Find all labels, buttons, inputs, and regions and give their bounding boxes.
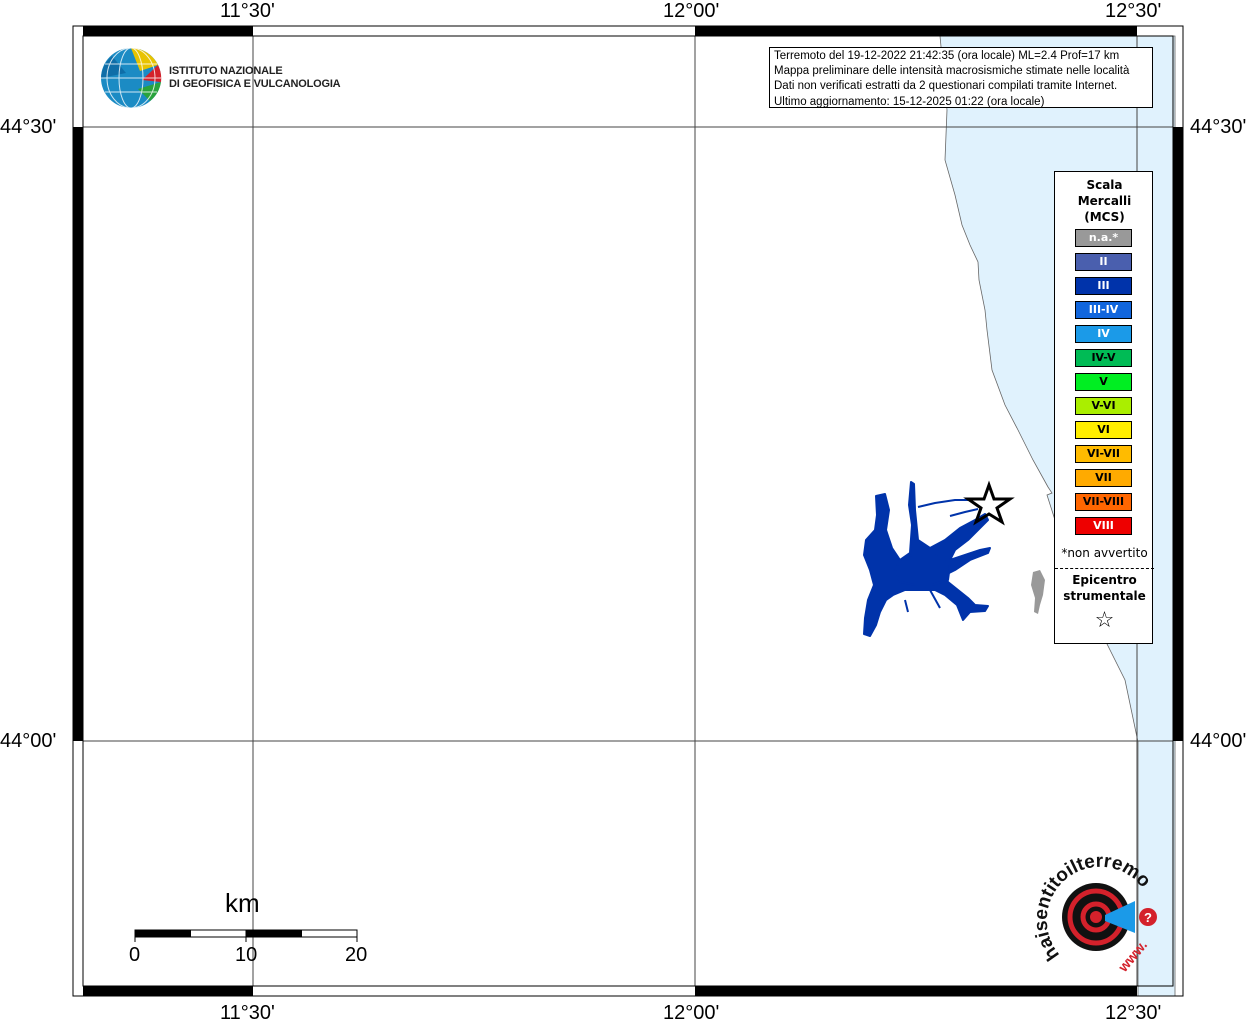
legend-item-10: VII <box>1075 469 1132 487</box>
legend-item-4: IV <box>1075 325 1132 343</box>
legend-item-12: VIII <box>1075 517 1132 535</box>
legend-epicenter-line-2: strumentale <box>1063 589 1146 603</box>
info-line-event: Terremoto del 19-12-2022 21:42:35 (ora l… <box>774 50 1120 62</box>
watermark-www: www. <box>1114 937 1150 976</box>
lon-label-top-1: 11°30' <box>220 0 275 22</box>
info-line-data: Dati non verificati estratti da 2 questi… <box>774 80 1118 93</box>
legend-item-11: VII-VIII <box>1075 493 1132 511</box>
legend-title: Scala Mercalli (MCS) <box>1055 177 1154 225</box>
legend-title-line-3: (MCS) <box>1084 210 1125 224</box>
lat-label-left-1: 44°30' <box>0 116 57 138</box>
ingv-globe-icon <box>101 47 162 109</box>
lon-label-bottom-1: 11°30' <box>220 1002 275 1024</box>
legend-title-line-1: Scala <box>1086 178 1123 192</box>
lat-label-left-2: 44°00' <box>0 730 57 752</box>
event-info-box: Terremoto del 19-12-2022 21:42:35 (ora l… <box>769 47 1153 108</box>
scale-unit: km <box>225 888 260 918</box>
scale-tick-10: 10 <box>235 944 258 966</box>
na-area <box>1031 570 1045 614</box>
scale-tick-0: 0 <box>129 944 141 966</box>
legend-item-9: VI-VII <box>1075 445 1132 463</box>
lat-label-right-1: 44°30' <box>1190 116 1247 138</box>
legend-not-felt-note: *non avvertito <box>1061 546 1148 560</box>
info-line-map: Mappa preliminare delle intensità macros… <box>774 65 1130 78</box>
logo-line-2: DI GEOFISICA E VULCANOLOGIA <box>169 78 341 90</box>
lon-label-bottom-3: 12°30' <box>1105 1002 1162 1024</box>
legend-item-2: III <box>1075 277 1132 295</box>
epicenter-star-icon <box>963 480 1015 526</box>
legend-title-line-2: Mercalli <box>1077 194 1132 208</box>
haisentito-logo: haisentitoilterremoto.it www. ? <box>1030 855 1157 976</box>
legend-divider <box>1055 568 1154 569</box>
legend-item-5: IV-V <box>1075 349 1132 367</box>
lon-label-bottom-2: 12°00' <box>663 1002 720 1024</box>
legend-item-3: III-IV <box>1075 301 1132 319</box>
legend-item-8: VI <box>1075 421 1132 439</box>
legend-item-1: II <box>1075 253 1132 271</box>
legend-star-icon: ☆ <box>1094 608 1115 633</box>
lat-label-right-2: 44°00' <box>1190 730 1247 752</box>
watermark-question-icon: ? <box>1144 910 1152 925</box>
scale-tick-20: 20 <box>345 944 368 966</box>
logo-line-1: ISTITUTO NAZIONALE <box>169 65 283 77</box>
lon-label-top-2: 12°00' <box>663 0 720 22</box>
info-line-updated: Ultimo aggiornamento: 15-12-2025 01:22 (… <box>774 95 1045 108</box>
legend-item-0: n.a.* <box>1075 229 1132 247</box>
legend-epicenter-title: Epicentro strumentale <box>1055 572 1154 604</box>
legend-item-7: V-VI <box>1075 397 1132 415</box>
legend-epicenter-line-1: Epicentro <box>1072 573 1137 587</box>
lon-label-top-3: 12°30' <box>1105 0 1162 22</box>
scale-bar <box>134 929 358 942</box>
intensity-area-III <box>863 481 991 637</box>
mcs-legend: Scala Mercalli (MCS) n.a.* II III III-IV IV I… <box>1054 171 1154 644</box>
legend-item-6: V <box>1075 373 1132 391</box>
